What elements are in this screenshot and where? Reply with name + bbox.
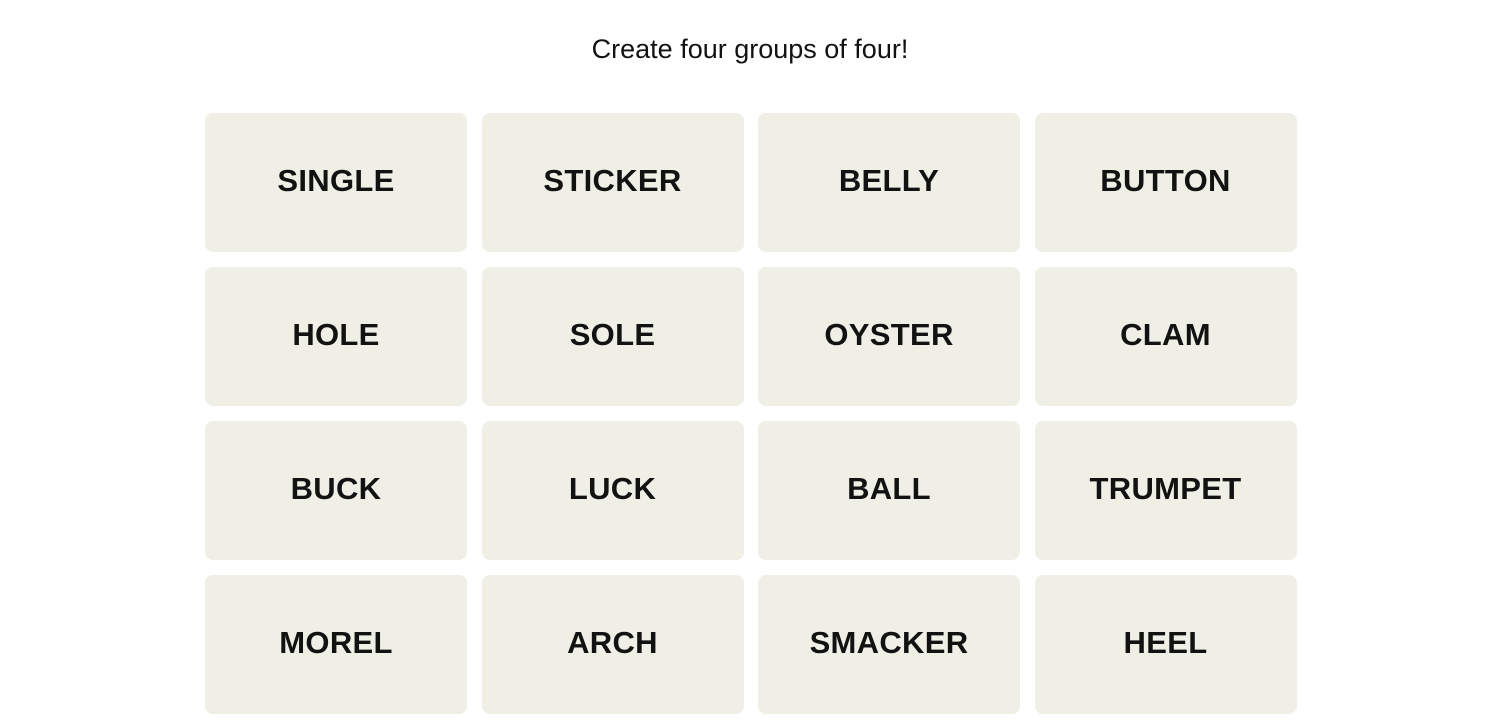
word-tile[interactable]: SMACKER — [758, 575, 1020, 714]
word-tile[interactable]: SINGLE — [205, 113, 467, 252]
word-tile[interactable]: LUCK — [481, 421, 744, 560]
word-tile[interactable]: BELLY — [758, 113, 1020, 252]
word-grid: SINGLE STICKER BELLY BUTTON HOLE SOLE OY… — [205, 113, 1297, 714]
word-tile[interactable]: BUTTON — [1034, 113, 1297, 252]
word-tile[interactable]: BUCK — [205, 421, 467, 560]
word-tile[interactable]: OYSTER — [758, 267, 1020, 406]
word-tile[interactable]: CLAM — [1034, 267, 1297, 406]
word-tile[interactable]: BALL — [758, 421, 1020, 560]
word-tile[interactable]: TRUMPET — [1034, 421, 1297, 560]
word-tile[interactable]: HEEL — [1034, 575, 1297, 714]
word-tile[interactable]: SOLE — [481, 267, 744, 406]
instructions-text: Create four groups of four! — [591, 34, 909, 64]
word-tile[interactable]: STICKER — [481, 113, 744, 252]
word-tile[interactable]: MOREL — [205, 575, 467, 714]
word-tile[interactable]: ARCH — [481, 575, 744, 714]
word-tile[interactable]: HOLE — [205, 267, 467, 406]
